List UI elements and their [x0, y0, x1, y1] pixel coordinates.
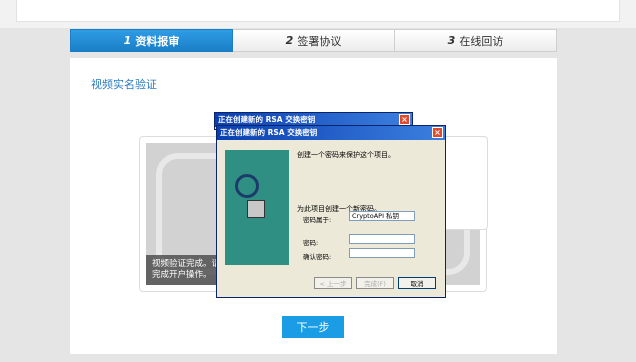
lock-icon: [235, 174, 259, 198]
step-progress: 1 资料报审 2 签署协议 3 在线回访: [70, 29, 557, 52]
step-3-number: 3: [447, 34, 456, 47]
step-2-label: 签署协议: [297, 34, 342, 48]
close-icon[interactable]: ×: [399, 114, 410, 125]
side-card: [442, 136, 488, 230]
top-strip: [0, 0, 636, 28]
dialog-buttons: < 上一步 完成(F) 取消: [314, 277, 436, 289]
step-2: 2 签署协议: [233, 29, 395, 52]
password-for-label: 密码属于:: [303, 216, 332, 224]
step-2-number: 2: [285, 34, 294, 47]
confirm-password-label: 确认密码:: [303, 253, 332, 261]
password-label: 密码:: [303, 239, 319, 247]
password-for-field[interactable]: CryptoAPI 私钥: [349, 211, 415, 221]
step-1-number: 1: [123, 34, 132, 47]
finish-button[interactable]: 完成(F): [356, 277, 394, 289]
dialog-title-bar[interactable]: 正在创建新的 RSA 交换密钥 ×: [217, 126, 445, 140]
password-input[interactable]: [349, 234, 415, 244]
step-1: 1 资料报审: [70, 29, 233, 52]
step-3: 3 在线回访: [395, 29, 557, 52]
cancel-button[interactable]: 取消: [398, 277, 436, 289]
close-icon[interactable]: ×: [432, 127, 443, 138]
dialog-title: 正在创建新的 RSA 交换密钥: [220, 128, 318, 137]
rsa-dialog: 正在创建新的 RSA 交换密钥 × 创建一个密码来保护这个项目。 为此项目创建一…: [216, 125, 446, 298]
key-lock-illustration: [225, 150, 289, 265]
section-title: 视频实名验证: [91, 78, 157, 91]
next-step-button[interactable]: 下一步: [282, 316, 344, 338]
dialog-title: 正在创建新的 RSA 交换密钥: [218, 115, 316, 124]
top-panel: [16, 0, 620, 22]
step-3-label: 在线回访: [459, 34, 504, 48]
back-button[interactable]: < 上一步: [314, 277, 352, 289]
step-1-label: 资料报审: [135, 34, 180, 48]
confirm-password-input[interactable]: [349, 248, 415, 258]
computer-icon: [247, 200, 265, 218]
dialog-instruction: 创建一个密码来保护这个项目。: [297, 151, 395, 159]
